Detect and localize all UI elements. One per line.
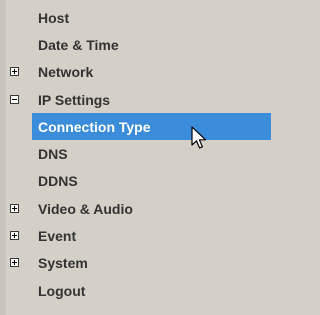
menu-item-video-audio[interactable]: Video & Audio xyxy=(0,195,271,222)
menu-item-host[interactable]: Host xyxy=(0,4,271,31)
menu-item-label: DNS xyxy=(38,146,68,163)
menu-item-label: Host xyxy=(38,9,70,26)
mouse-cursor-icon xyxy=(191,126,207,149)
menu-item-system[interactable]: System xyxy=(0,250,271,277)
settings-menu: Host Date & Time Network IP Settings Con… xyxy=(0,4,271,304)
menu-item-logout[interactable]: Logout xyxy=(0,277,271,304)
menu-item-ddns[interactable]: DDNS xyxy=(0,168,271,195)
menu-item-label: Video & Audio xyxy=(38,200,133,217)
menu-item-event[interactable]: Event xyxy=(0,222,271,249)
menu-item-label: Event xyxy=(38,228,77,245)
expand-plus-icon[interactable] xyxy=(10,231,19,241)
menu-item-date-time[interactable]: Date & Time xyxy=(0,31,271,58)
menu-item-label: IP Settings xyxy=(38,91,111,108)
menu-item-network[interactable]: Network xyxy=(0,59,271,86)
menu-item-connection-type[interactable]: Connection Type xyxy=(0,113,271,141)
expand-plus-icon[interactable] xyxy=(10,258,19,268)
menu-item-label: Logout xyxy=(38,282,86,299)
collapse-minus-icon[interactable] xyxy=(10,94,19,104)
expand-plus-icon[interactable] xyxy=(10,203,19,213)
menu-item-label: Date & Time xyxy=(38,36,119,53)
menu-item-ip-settings[interactable]: IP Settings xyxy=(0,86,271,113)
menu-item-label: DDNS xyxy=(38,173,78,190)
menu-item-dns[interactable]: DNS xyxy=(0,140,271,167)
menu-item-label: Connection Type xyxy=(38,118,151,135)
menu-item-label: System xyxy=(38,255,88,272)
menu-item-label: Network xyxy=(38,64,94,81)
expand-plus-icon[interactable] xyxy=(10,67,19,77)
